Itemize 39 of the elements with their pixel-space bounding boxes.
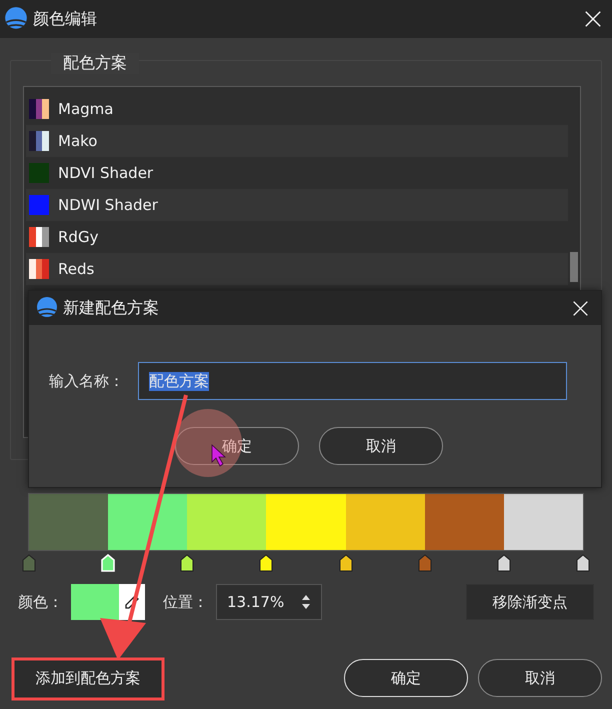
eyedropper-icon[interactable] [124, 594, 140, 610]
add-to-scheme-button[interactable]: 添加到配色方案 [13, 658, 163, 698]
position-label: 位置： [163, 592, 208, 612]
gradient-stop[interactable] [180, 554, 194, 572]
swatch-icon [29, 259, 49, 279]
gradient-stop[interactable] [576, 554, 590, 572]
swatch-icon [29, 227, 49, 247]
scheme-item[interactable]: Mako [26, 125, 568, 157]
swatch-icon [29, 163, 49, 183]
dialog-button[interactable]: 取消 [319, 427, 443, 465]
scheme-name: Magma [58, 100, 114, 118]
close-icon[interactable] [584, 10, 602, 28]
scheme-name: RdGy [58, 228, 98, 246]
position-field[interactable]: 13.17% [216, 584, 322, 620]
scheme-name: Reds [58, 260, 94, 278]
scheme-item[interactable]: Reds [26, 253, 568, 285]
gradient-stop[interactable] [259, 554, 274, 572]
gradient-stop[interactable] [496, 554, 511, 572]
color-picker[interactable] [71, 584, 145, 620]
scheme-item[interactable]: NDWI Shader [26, 189, 568, 221]
swatch-icon [29, 99, 49, 119]
close-icon[interactable] [572, 300, 589, 316]
scheme-name: NDVI Shader [58, 164, 154, 182]
swatch-icon [29, 195, 49, 215]
color-label: 颜色： [18, 592, 63, 612]
remove-stop-button[interactable]: 移除渐变点 [466, 584, 594, 620]
swatch-icon [29, 131, 49, 151]
scrollbar-thumb[interactable] [570, 252, 578, 282]
window-title: 颜色编辑 [33, 8, 97, 30]
dialog-title: 新建配色方案 [63, 298, 159, 318]
name-label: 输入名称： [49, 372, 124, 390]
dialog-button[interactable]: 确定 [175, 427, 299, 465]
scheme-name: Mako [58, 132, 98, 150]
name-input-field[interactable]: 配色方案 [138, 362, 567, 400]
logo-icon [35, 296, 59, 320]
dialog-button[interactable]: 取消 [478, 659, 602, 697]
dialog-button[interactable]: 确定 [344, 659, 468, 697]
gradient-stop[interactable] [338, 554, 353, 572]
scheme-name: NDWI Shader [58, 196, 158, 214]
